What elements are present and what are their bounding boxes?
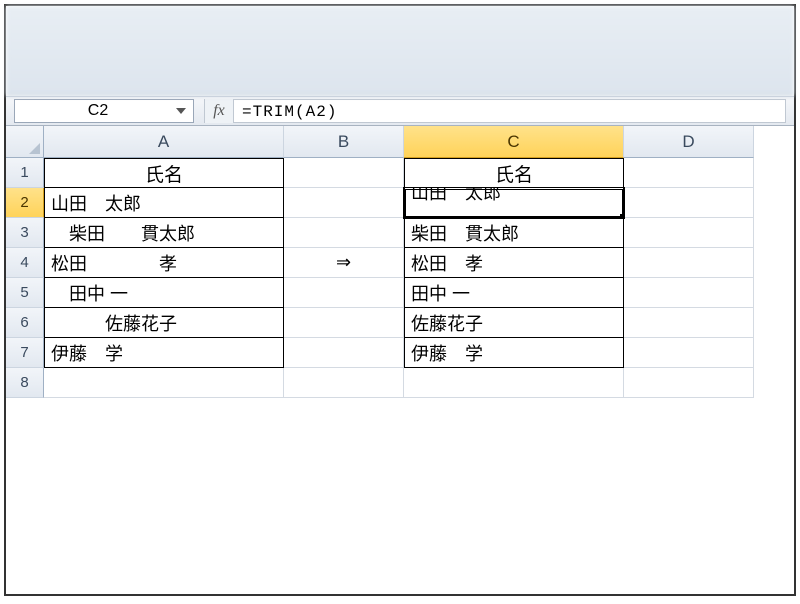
- cell-D6[interactable]: [624, 308, 754, 338]
- cell-B1[interactable]: [284, 158, 404, 188]
- cell-C8[interactable]: [404, 368, 624, 398]
- row-header-3[interactable]: 3: [6, 218, 44, 248]
- cell-D1[interactable]: [624, 158, 754, 188]
- formula-input[interactable]: =TRIM(A2): [234, 99, 786, 123]
- col-header-B[interactable]: B: [284, 126, 404, 158]
- row-header-5[interactable]: 5: [6, 278, 44, 308]
- row-header-8[interactable]: 8: [6, 368, 44, 398]
- cell-A4[interactable]: 松田 孝: [44, 248, 284, 278]
- col-header-A[interactable]: A: [44, 126, 284, 158]
- select-all-corner[interactable]: [6, 126, 44, 158]
- cell-D7[interactable]: [624, 338, 754, 368]
- cell-C4[interactable]: 松田 孝: [404, 248, 624, 278]
- formula-bar: C2 fx =TRIM(A2): [6, 96, 794, 126]
- cell-D5[interactable]: [624, 278, 754, 308]
- cell-D8[interactable]: [624, 368, 754, 398]
- cell-A6[interactable]: 佐藤花子: [44, 308, 284, 338]
- cell-B3[interactable]: [284, 218, 404, 248]
- cell-C3[interactable]: 柴田 貫太郎: [404, 218, 624, 248]
- chevron-down-icon[interactable]: [175, 105, 187, 117]
- fill-handle[interactable]: [620, 214, 624, 218]
- cell-A2[interactable]: 山田 太郎: [44, 188, 284, 218]
- col-header-D[interactable]: D: [624, 126, 754, 158]
- col-header-C[interactable]: C: [404, 126, 624, 158]
- cell-C6[interactable]: 佐藤花子: [404, 308, 624, 338]
- row-header-2[interactable]: 2: [6, 188, 44, 218]
- cell-D3[interactable]: [624, 218, 754, 248]
- row-header-7[interactable]: 7: [6, 338, 44, 368]
- cell-A1[interactable]: 氏名: [44, 158, 284, 188]
- cell-C1[interactable]: 氏名: [404, 158, 624, 188]
- cell-B6[interactable]: [284, 308, 404, 338]
- cell-D4[interactable]: [624, 248, 754, 278]
- name-box[interactable]: C2: [14, 99, 194, 123]
- cell-B4[interactable]: ⇒: [284, 248, 404, 278]
- cell-C5[interactable]: 田中 一: [404, 278, 624, 308]
- row-header-4[interactable]: 4: [6, 248, 44, 278]
- cell-B2[interactable]: [284, 188, 404, 218]
- cell-A5[interactable]: 田中 一: [44, 278, 284, 308]
- fx-icon[interactable]: fx: [204, 99, 234, 123]
- row-header-6[interactable]: 6: [6, 308, 44, 338]
- spreadsheet: 1 2 3 4 5 6 7 8 A B C D 氏名 氏名: [6, 126, 794, 398]
- ribbon-area: [6, 6, 794, 96]
- cell-B8[interactable]: [284, 368, 404, 398]
- cell-A3[interactable]: 柴田 貫太郎: [44, 218, 284, 248]
- row-header-1[interactable]: 1: [6, 158, 44, 188]
- cell-C7[interactable]: 伊藤 学: [404, 338, 624, 368]
- cell-B5[interactable]: [284, 278, 404, 308]
- cell-D2[interactable]: [624, 188, 754, 218]
- cell-A8[interactable]: [44, 368, 284, 398]
- cell-B7[interactable]: [284, 338, 404, 368]
- cell-C2[interactable]: 山田 太郎: [404, 188, 624, 218]
- cell-A7[interactable]: 伊藤 学: [44, 338, 284, 368]
- name-box-value: C2: [21, 102, 175, 120]
